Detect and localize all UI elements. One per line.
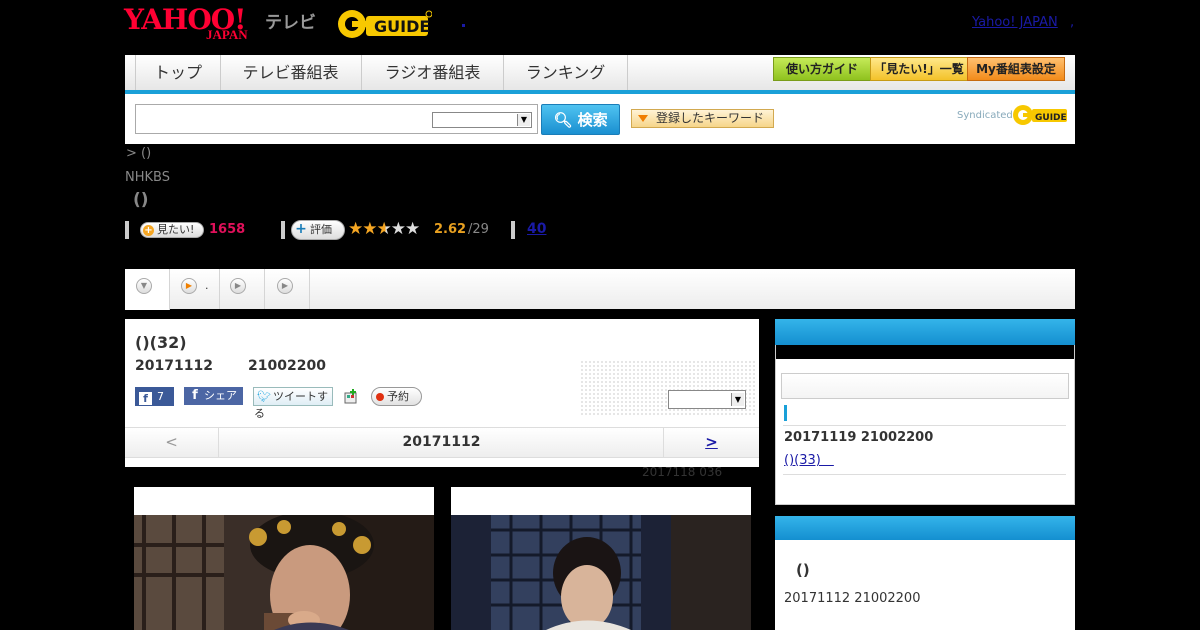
prev-episode-button[interactable]: < — [125, 427, 219, 458]
yahoo-japan-link[interactable]: Yahoo! JAPAN — [972, 15, 1058, 30]
episode-photo — [451, 515, 751, 630]
tab-info-label: . — [205, 279, 209, 292]
tab-episodes[interactable]: ▼ — [125, 269, 170, 310]
triangle-down-icon — [638, 115, 648, 122]
mitai-list-button[interactable]: 「見たい!」一覧 — [870, 57, 968, 81]
breadcrumb[interactable]: > () — [126, 146, 151, 161]
tab-info[interactable]: ▶ . — [170, 269, 220, 309]
nav-tab-tv-schedule[interactable]: テレビ番組表 — [220, 55, 362, 91]
star-half-icon: ★ — [376, 219, 392, 239]
rate-label: 評価 — [310, 223, 332, 236]
review-count-link[interactable]: 40 — [527, 221, 546, 237]
plus-icon: + — [143, 225, 154, 236]
gguide-logo[interactable]: GUIDE — [336, 8, 433, 40]
tv-label[interactable]: テレビ — [265, 8, 316, 33]
search-category-select[interactable]: ▼ — [432, 112, 532, 128]
rate-button[interactable]: + 評価 — [291, 220, 345, 240]
search-button[interactable]: 🔍︎ 検索 — [541, 104, 620, 135]
related-program-title[interactable]: () — [796, 561, 810, 579]
related-program-date: 20171112 21002200 — [784, 591, 921, 606]
episode-title: ()(32) — [135, 333, 187, 352]
rating-score: 2.62 — [434, 222, 467, 237]
chevron-down-icon: ▼ — [136, 278, 152, 294]
divider — [281, 221, 285, 239]
reserve-label: 予約 — [387, 390, 409, 403]
star-icon: ★ — [348, 219, 363, 239]
gguide-small-logo: GUIDE — [1012, 104, 1068, 126]
bookmark-add-icon[interactable] — [343, 389, 358, 404]
svg-text:GUIDE: GUIDE — [1035, 113, 1067, 123]
tab-cast[interactable]: ▶ — [220, 269, 265, 309]
next-air-info: 2017118 036 — [642, 465, 723, 479]
nav-tab-ranking[interactable]: ランキング — [504, 55, 628, 91]
episode-photo-card[interactable] — [451, 487, 751, 630]
sidebar-field[interactable] — [781, 373, 1069, 399]
next-broadcast-date: 20171119 21002200 — [784, 430, 934, 445]
section-accent — [784, 405, 787, 421]
divider — [125, 221, 129, 239]
star-empty-icon: ★ — [390, 219, 406, 239]
star-empty-icon: ★ — [405, 219, 420, 239]
channel-name: NHKBS — [125, 170, 170, 185]
mitai-label: 見たい! — [157, 223, 195, 236]
pager-date: 20171112 — [402, 434, 481, 450]
program-title: () — [133, 190, 149, 210]
divider — [783, 425, 1066, 426]
star-rating: ★★★★★ — [348, 219, 420, 239]
nav-tab-radio-schedule[interactable]: ラジオ番組表 — [362, 55, 504, 91]
search-icon: 🔍︎ — [553, 111, 573, 129]
chevron-down-icon: ▼ — [731, 393, 744, 406]
mitai-count: 1658 — [209, 222, 246, 237]
yahoo-japan-logo-text: JAPAN — [206, 27, 248, 42]
play-icon: ▶ — [277, 278, 293, 294]
svg-text:GUIDE: GUIDE — [374, 17, 430, 36]
episode-photo-card[interactable] — [134, 487, 434, 630]
facebook-like-count: 7 — [157, 390, 164, 403]
tab-reviews[interactable]: ▶ — [265, 269, 310, 309]
episode-date: 20171112 — [135, 358, 213, 374]
reserve-button[interactable]: 予約 — [371, 387, 422, 406]
plus-icon: + — [295, 221, 307, 237]
next-episode-link[interactable]: > — [663, 427, 759, 458]
episode-time: 21002200 — [248, 358, 326, 374]
mitai-button[interactable]: + 見たい! — [140, 222, 204, 238]
next-episode-title-link[interactable]: ()(33) — [784, 449, 834, 468]
nav-tab-top[interactable]: トップ — [135, 55, 221, 91]
facebook-share-button[interactable]: f シェア — [184, 387, 243, 405]
tweet-button[interactable]: 🐦︎ ツイートする — [253, 387, 333, 420]
play-icon: ▶ — [230, 278, 246, 294]
facebook-icon: f — [192, 388, 198, 403]
header-dot — [462, 24, 465, 27]
episode-photo — [134, 515, 434, 630]
facebook-like-button[interactable]: f7 — [135, 387, 174, 406]
sidebar-header-band — [776, 345, 1074, 359]
syndicated-label: Syndicated — [957, 110, 1013, 121]
registered-keyword-button[interactable]: 登録したキーワード — [631, 109, 774, 128]
divider — [783, 474, 1066, 475]
facebook-icon: f — [139, 392, 152, 405]
play-icon: ▶ — [181, 278, 197, 294]
star-icon: ★ — [362, 219, 377, 239]
sidebar-header — [775, 516, 1075, 540]
facebook-share-label: シェア — [204, 389, 237, 402]
record-dot-icon — [376, 393, 384, 401]
search-button-label: 検索 — [577, 111, 608, 129]
my-schedule-settings-button[interactable]: My番組表設定 — [967, 57, 1065, 81]
divider — [511, 221, 515, 239]
twitter-bird-icon: 🐦︎ — [257, 390, 271, 403]
sidebar-header — [775, 319, 1075, 345]
registered-keyword-label: 登録したキーワード — [656, 111, 765, 125]
content-tabs: ▼ ▶ . ▶ ▶ — [125, 269, 1075, 310]
guide-button[interactable]: 使い方ガイド — [773, 57, 871, 81]
episode-select[interactable]: ▼ — [668, 390, 746, 409]
rating-total: /29 — [468, 222, 489, 237]
chevron-down-icon: ▼ — [517, 114, 530, 126]
header-link-separator: , — [1070, 15, 1075, 30]
